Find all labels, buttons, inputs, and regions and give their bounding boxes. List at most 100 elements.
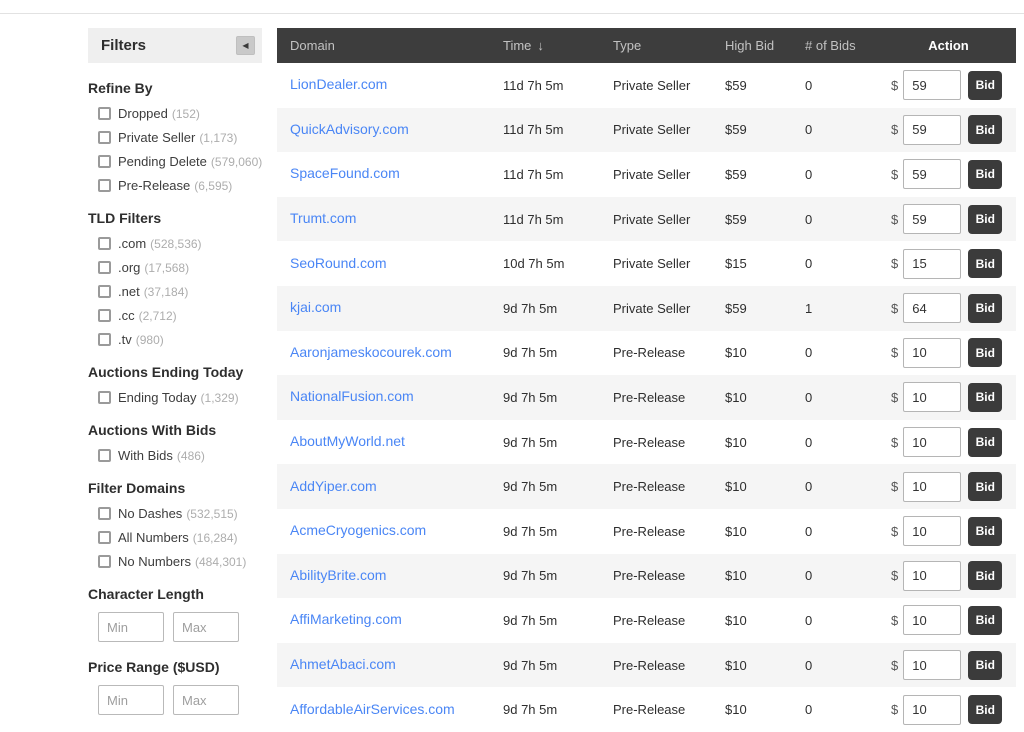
high-bid-cell: $59: [725, 122, 747, 138]
bid-button[interactable]: Bid: [968, 382, 1003, 412]
currency-symbol: $: [891, 77, 899, 93]
bid-button[interactable]: Bid: [968, 293, 1003, 323]
domain-link[interactable]: QuickAdvisory.com: [290, 121, 409, 137]
filter-checkbox-row[interactable]: Pre-Release (6,595): [98, 178, 262, 193]
bid-button[interactable]: Bid: [968, 472, 1003, 502]
bid-amount-input[interactable]: [903, 694, 962, 725]
bid-amount-input[interactable]: [903, 114, 962, 145]
bid-amount-input[interactable]: [903, 650, 962, 681]
collapse-filters-button[interactable]: ◀: [236, 36, 255, 55]
bid-amount-input[interactable]: [903, 382, 962, 413]
bid-amount-input[interactable]: [903, 70, 962, 101]
bid-amount-input[interactable]: [903, 471, 962, 502]
filter-checkbox-row[interactable]: No Numbers (484,301): [98, 554, 262, 569]
checkbox[interactable]: [98, 131, 111, 144]
filter-checkbox-row[interactable]: No Dashes (532,515): [98, 506, 262, 521]
range-min-input[interactable]: [98, 612, 164, 642]
domain-link[interactable]: Aaronjameskocourek.com: [290, 344, 452, 360]
filter-label: Dropped: [118, 106, 168, 121]
domain-link[interactable]: AddYiper.com: [290, 478, 377, 494]
filter-checkbox-row[interactable]: .net (37,184): [98, 284, 262, 299]
bid-button[interactable]: Bid: [968, 249, 1003, 279]
bid-amount-input[interactable]: [903, 159, 962, 190]
bid-amount-input[interactable]: [903, 516, 962, 547]
domain-link[interactable]: AffordableAirServices.com: [290, 701, 455, 717]
filter-count: (2,712): [138, 308, 177, 323]
bid-amount-input[interactable]: [903, 248, 962, 279]
table-row: Trumt.com 11d 7h 5m Private Seller $59 0 $ Bid: [277, 196, 1016, 242]
column-header-time[interactable]: Time ↓: [503, 38, 613, 53]
filter-checkbox-row[interactable]: .tv (980): [98, 332, 262, 347]
column-header-type[interactable]: Type: [613, 38, 725, 53]
bid-button[interactable]: Bid: [968, 159, 1003, 189]
checkbox[interactable]: [98, 155, 111, 168]
domain-link[interactable]: SeoRound.com: [290, 255, 387, 271]
checkbox[interactable]: [98, 107, 111, 120]
bid-button[interactable]: Bid: [968, 561, 1003, 591]
domain-link[interactable]: LionDealer.com: [290, 76, 387, 92]
auctions-table: Domain Time ↓ Type High Bid # of Bids Act…: [277, 28, 1016, 732]
checkbox[interactable]: [98, 237, 111, 250]
bid-amount-input[interactable]: [903, 605, 962, 636]
bid-amount-input[interactable]: [903, 427, 962, 458]
checkbox[interactable]: [98, 179, 111, 192]
time-cell: 9d 7h 5m: [503, 479, 558, 495]
column-header-high-bid[interactable]: High Bid: [725, 38, 805, 53]
filter-checkbox-row[interactable]: .com (528,536): [98, 236, 262, 251]
filter-checkbox-row[interactable]: .org (17,568): [98, 260, 262, 275]
domain-link[interactable]: Trumt.com: [290, 210, 356, 226]
high-bid-cell: $10: [725, 434, 747, 450]
checkbox[interactable]: [98, 507, 111, 520]
checkbox[interactable]: [98, 391, 111, 404]
num-bids-cell: 0: [805, 612, 813, 628]
checkbox[interactable]: [98, 531, 111, 544]
filter-checkbox-row[interactable]: With Bids (486): [98, 448, 262, 463]
checkbox[interactable]: [98, 261, 111, 274]
filter-checkbox-row[interactable]: Private Seller (1,173): [98, 130, 262, 145]
bid-amount-input[interactable]: [903, 293, 962, 324]
filter-checkbox-row[interactable]: Pending Delete (579,060): [98, 154, 262, 169]
filter-count: (532,515): [186, 506, 238, 521]
bid-button[interactable]: Bid: [968, 70, 1003, 100]
bid-button[interactable]: Bid: [968, 204, 1003, 234]
filter-section-title: Auctions With Bids: [88, 422, 217, 438]
domain-link[interactable]: AbilityBrite.com: [290, 567, 386, 583]
domain-link[interactable]: AcmeCryogenics.com: [290, 522, 426, 538]
bid-button[interactable]: Bid: [968, 115, 1003, 145]
bid-amount-input[interactable]: [903, 204, 962, 235]
domain-link[interactable]: NationalFusion.com: [290, 388, 414, 404]
checkbox[interactable]: [98, 309, 111, 322]
filter-checkbox-row[interactable]: Ending Today (1,329): [98, 390, 262, 405]
column-header-domain[interactable]: Domain: [290, 38, 503, 53]
bid-amount-input[interactable]: [903, 337, 962, 368]
bid-button[interactable]: Bid: [968, 695, 1003, 725]
checkbox[interactable]: [98, 285, 111, 298]
top-divider: [0, 13, 1024, 14]
bid-button[interactable]: Bid: [968, 338, 1003, 368]
column-header-num-bids[interactable]: # of Bids: [805, 38, 891, 53]
filter-checkbox-row[interactable]: All Numbers (16,284): [98, 530, 262, 545]
domain-link[interactable]: AboutMyWorld.net: [290, 433, 405, 449]
filter-checkbox-row[interactable]: Dropped (152): [98, 106, 262, 121]
time-cell: 11d 7h 5m: [503, 211, 564, 227]
domain-cell: LionDealer.com: [290, 76, 503, 94]
action-cell: $ Bid: [891, 471, 1016, 502]
bid-button[interactable]: Bid: [968, 650, 1003, 680]
domain-cell: AbilityBrite.com: [290, 567, 503, 585]
bid-button[interactable]: Bid: [968, 605, 1003, 635]
domain-link[interactable]: SpaceFound.com: [290, 165, 400, 181]
currency-symbol: $: [891, 211, 899, 227]
checkbox[interactable]: [98, 555, 111, 568]
bid-button[interactable]: Bid: [968, 516, 1003, 546]
checkbox[interactable]: [98, 333, 111, 346]
domain-link[interactable]: kjai.com: [290, 299, 341, 315]
bid-amount-input[interactable]: [903, 560, 962, 591]
bid-button[interactable]: Bid: [968, 427, 1003, 457]
range-max-input[interactable]: [173, 612, 239, 642]
collapse-left-icon: ◀: [242, 40, 249, 50]
filter-checkbox-row[interactable]: .cc (2,712): [98, 308, 262, 323]
domain-link[interactable]: AhmetAbaci.com: [290, 656, 396, 672]
high-bid-cell: $10: [725, 479, 747, 495]
checkbox[interactable]: [98, 449, 111, 462]
domain-link[interactable]: AffiMarketing.com: [290, 611, 402, 627]
